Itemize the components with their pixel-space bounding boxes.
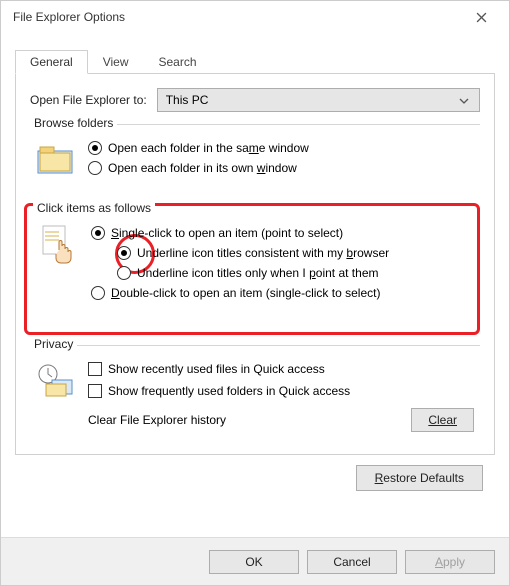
- fieldset-privacy: Privacy Show recently used files in Quic…: [30, 345, 480, 446]
- radio-same-window[interactable]: Open each folder in the same window: [88, 141, 309, 155]
- checkbox-icon: [88, 362, 102, 376]
- checkbox-label: Show frequently used folders in Quick ac…: [108, 384, 350, 398]
- radio-underline-point[interactable]: Underline icon titles only when I point …: [117, 266, 389, 280]
- checkbox-recent-files[interactable]: Show recently used files in Quick access: [88, 362, 350, 376]
- radio-label: Single-click to open an item (point to s…: [111, 226, 343, 240]
- clock-folders-icon: [34, 362, 78, 398]
- apply-button[interactable]: Apply: [405, 550, 495, 574]
- ok-button[interactable]: OK: [209, 550, 299, 574]
- checkbox-frequent-folders[interactable]: Show frequently used folders in Quick ac…: [88, 384, 350, 398]
- tab-view[interactable]: View: [88, 50, 144, 74]
- radio-icon: [91, 286, 105, 300]
- radio-label: Open each folder in the same window: [108, 141, 309, 155]
- tab-general[interactable]: General: [15, 50, 88, 74]
- cancel-button[interactable]: Cancel: [307, 550, 397, 574]
- radio-label: Underline icon titles only when I point …: [137, 266, 378, 280]
- checkbox-label: Show recently used files in Quick access: [108, 362, 325, 376]
- radio-icon: [88, 161, 102, 175]
- fieldset-browse-folders: Browse folders Open each folder in the s…: [30, 124, 480, 191]
- open-to-value: This PC: [166, 93, 209, 107]
- highlight-annotation: Click items as follows Single-click to o…: [24, 203, 480, 335]
- radio-double-click[interactable]: Double-click to open an item (single-cli…: [91, 286, 389, 300]
- open-to-row: Open File Explorer to: This PC: [30, 88, 480, 112]
- radio-label: Double-click to open an item (single-cli…: [111, 286, 380, 300]
- tab-panel-general: Open File Explorer to: This PC Browse fo…: [15, 73, 495, 455]
- tab-strip: General View Search: [1, 33, 509, 73]
- radio-underline-browser[interactable]: Underline icon titles consistent with my…: [117, 246, 389, 260]
- radio-label: Underline icon titles consistent with my…: [137, 246, 389, 260]
- window-title: File Explorer Options: [13, 10, 461, 24]
- close-icon[interactable]: [461, 3, 501, 31]
- open-to-label: Open File Explorer to:: [30, 93, 147, 107]
- dialog-window: File Explorer Options General View Searc…: [0, 0, 510, 586]
- folder-icon: [34, 141, 78, 177]
- radio-icon: [91, 226, 105, 240]
- radio-icon: [88, 141, 102, 155]
- radio-icon: [117, 246, 131, 260]
- tab-search[interactable]: Search: [144, 50, 212, 74]
- legend-click: Click items as follows: [33, 201, 155, 215]
- checkbox-icon: [88, 384, 102, 398]
- dialog-button-bar: OK Cancel Apply: [1, 537, 509, 585]
- titlebar: File Explorer Options: [1, 1, 509, 33]
- restore-defaults-button[interactable]: Restore Defaults: [356, 465, 483, 491]
- radio-own-window[interactable]: Open each folder in its own window: [88, 161, 309, 175]
- legend-privacy: Privacy: [30, 337, 77, 351]
- open-to-combobox[interactable]: This PC: [157, 88, 480, 112]
- legend-browse: Browse folders: [30, 116, 117, 130]
- clear-button[interactable]: Clear: [411, 408, 474, 432]
- radio-label: Open each folder in its own window: [108, 161, 297, 175]
- chevron-down-icon: [459, 93, 469, 107]
- hand-click-icon: [37, 226, 81, 262]
- fieldset-click-items: Click items as follows Single-click to o…: [33, 220, 471, 314]
- restore-row: Restore Defaults: [1, 465, 509, 495]
- clear-history-label: Clear File Explorer history: [88, 413, 226, 427]
- radio-icon: [117, 266, 131, 280]
- radio-single-click[interactable]: Single-click to open an item (point to s…: [91, 226, 389, 240]
